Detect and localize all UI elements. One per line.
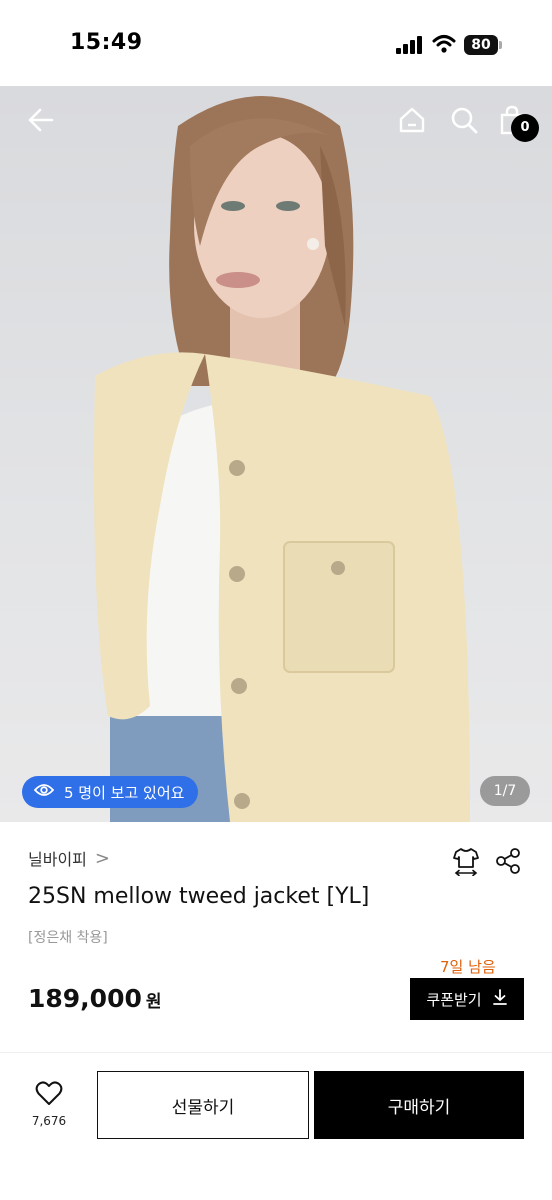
back-arrow-icon[interactable] (22, 102, 58, 138)
divider (0, 1052, 552, 1053)
product-title: 25SN mellow tweed jacket [YL] (28, 884, 370, 909)
status-time: 15:49 (70, 30, 143, 55)
signal-icon (396, 36, 424, 54)
product-image[interactable] (0, 86, 552, 822)
product-price: 189,000 원 (28, 984, 162, 1013)
image-page-indicator: 1/7 (480, 776, 530, 806)
eye-icon (33, 783, 55, 801)
gift-button[interactable]: 선물하기 (97, 1071, 309, 1139)
coupon-download-button[interactable]: 쿠폰받기 (410, 978, 524, 1020)
wifi-icon (432, 34, 456, 54)
like-button[interactable]: 7,676 (26, 1080, 72, 1128)
product-photo (93, 96, 470, 822)
buy-button-label: 구매하기 (387, 1097, 451, 1118)
coupon-remaining-text: 7일 남음 (440, 958, 496, 976)
share-icon[interactable] (492, 845, 524, 877)
price-unit: 원 (145, 992, 162, 1012)
cart-count-badge[interactable]: 0 (511, 114, 539, 142)
heart-icon (35, 1080, 63, 1110)
battery-icon: 80 (464, 35, 502, 55)
download-icon (492, 989, 508, 1009)
status-bar: 15:49 80 (0, 0, 552, 86)
viewers-badge: 5 명이 보고 있어요 (22, 776, 199, 808)
chevron-right-icon: > (94, 847, 110, 869)
brand-link[interactable]: 닐바이피 > (28, 846, 110, 870)
top-navigation (0, 86, 552, 166)
viewers-text: 5 명이 보고 있어요 (64, 783, 185, 802)
gift-button-label: 선물하기 (171, 1097, 235, 1118)
buy-button[interactable]: 구매하기 (314, 1071, 524, 1139)
battery-level: 80 (464, 35, 498, 55)
home-icon[interactable] (394, 102, 430, 138)
product-note: [정은채 착용] (28, 930, 108, 946)
like-count: 7,676 (31, 1114, 67, 1128)
size-guide-icon[interactable] (450, 845, 482, 877)
search-icon[interactable] (446, 102, 482, 138)
coupon-button-label: 쿠폰받기 (426, 990, 482, 1009)
price-value: 189,000 (28, 984, 142, 1013)
brand-name: 닐바이피 (28, 850, 87, 869)
